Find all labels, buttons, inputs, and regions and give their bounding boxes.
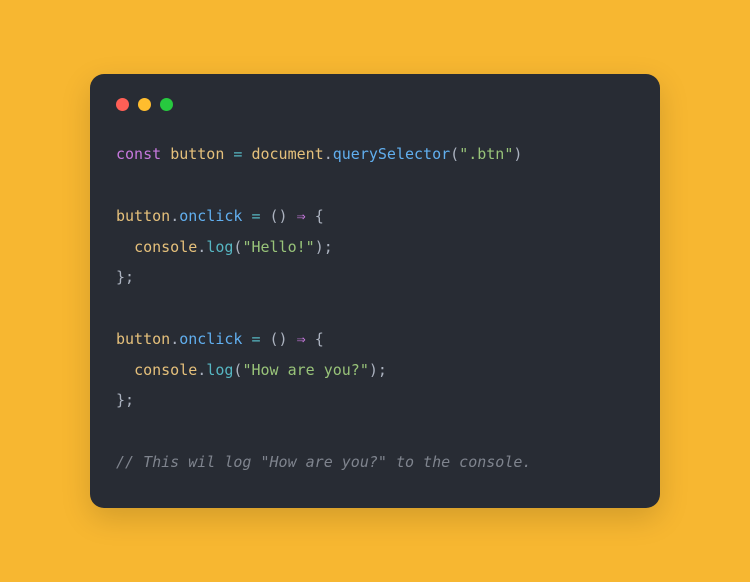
code-line: console.log("Hello!"); <box>116 238 333 256</box>
indent <box>116 361 134 379</box>
string-how-are-you: "How are you?" <box>242 361 368 379</box>
prop-onclick: onclick <box>179 207 242 225</box>
punct-semi: ; <box>324 238 333 256</box>
prop-onclick: onclick <box>179 330 242 348</box>
punct-open-brace: { <box>315 207 324 225</box>
var-console: console <box>134 361 197 379</box>
punct-close-brace: }; <box>116 391 134 409</box>
code-line: }; <box>116 268 134 286</box>
minimize-icon[interactable] <box>138 98 151 111</box>
punct-dot: . <box>170 330 179 348</box>
string-btn: ".btn" <box>459 145 513 163</box>
var-button: button <box>116 207 170 225</box>
window-controls <box>116 98 634 111</box>
punct-close-paren: ) <box>513 145 522 163</box>
punct-close-paren: ) <box>315 238 324 256</box>
punct-close-paren: ) <box>369 361 378 379</box>
punct-parens: () <box>270 207 288 225</box>
code-block: const button = document.querySelector(".… <box>116 139 634 477</box>
method-log: log <box>206 361 233 379</box>
method-queryselector: querySelector <box>333 145 450 163</box>
op-equals: = <box>242 330 269 348</box>
punct-dot: . <box>197 238 206 256</box>
code-line: button.onclick = () ⇒ { <box>116 330 324 348</box>
punct-close-brace: }; <box>116 268 134 286</box>
code-window: const button = document.querySelector(".… <box>90 74 660 507</box>
punct-semi: ; <box>378 361 387 379</box>
arrow-icon: ⇒ <box>288 330 315 348</box>
punct-dot: . <box>170 207 179 225</box>
code-line: const button = document.querySelector(".… <box>116 145 522 163</box>
close-icon[interactable] <box>116 98 129 111</box>
var-console: console <box>134 238 197 256</box>
var-document: document <box>251 145 323 163</box>
string-hello: "Hello!" <box>242 238 314 256</box>
comment-line: // This wil log "How are you?" to the co… <box>116 453 531 471</box>
keyword-const: const <box>116 145 161 163</box>
var-button: button <box>170 145 224 163</box>
code-line: console.log("How are you?"); <box>116 361 387 379</box>
var-button: button <box>116 330 170 348</box>
code-line: // This wil log "How are you?" to the co… <box>116 453 531 471</box>
method-log: log <box>206 238 233 256</box>
punct-dot: . <box>197 361 206 379</box>
punct-dot: . <box>324 145 333 163</box>
arrow-icon: ⇒ <box>288 207 315 225</box>
op-equals: = <box>242 207 269 225</box>
indent <box>116 238 134 256</box>
code-line: }; <box>116 391 134 409</box>
op-equals: = <box>224 145 251 163</box>
punct-open-brace: { <box>315 330 324 348</box>
punct-open-paren: ( <box>450 145 459 163</box>
maximize-icon[interactable] <box>160 98 173 111</box>
code-line: button.onclick = () ⇒ { <box>116 207 324 225</box>
punct-parens: () <box>270 330 288 348</box>
